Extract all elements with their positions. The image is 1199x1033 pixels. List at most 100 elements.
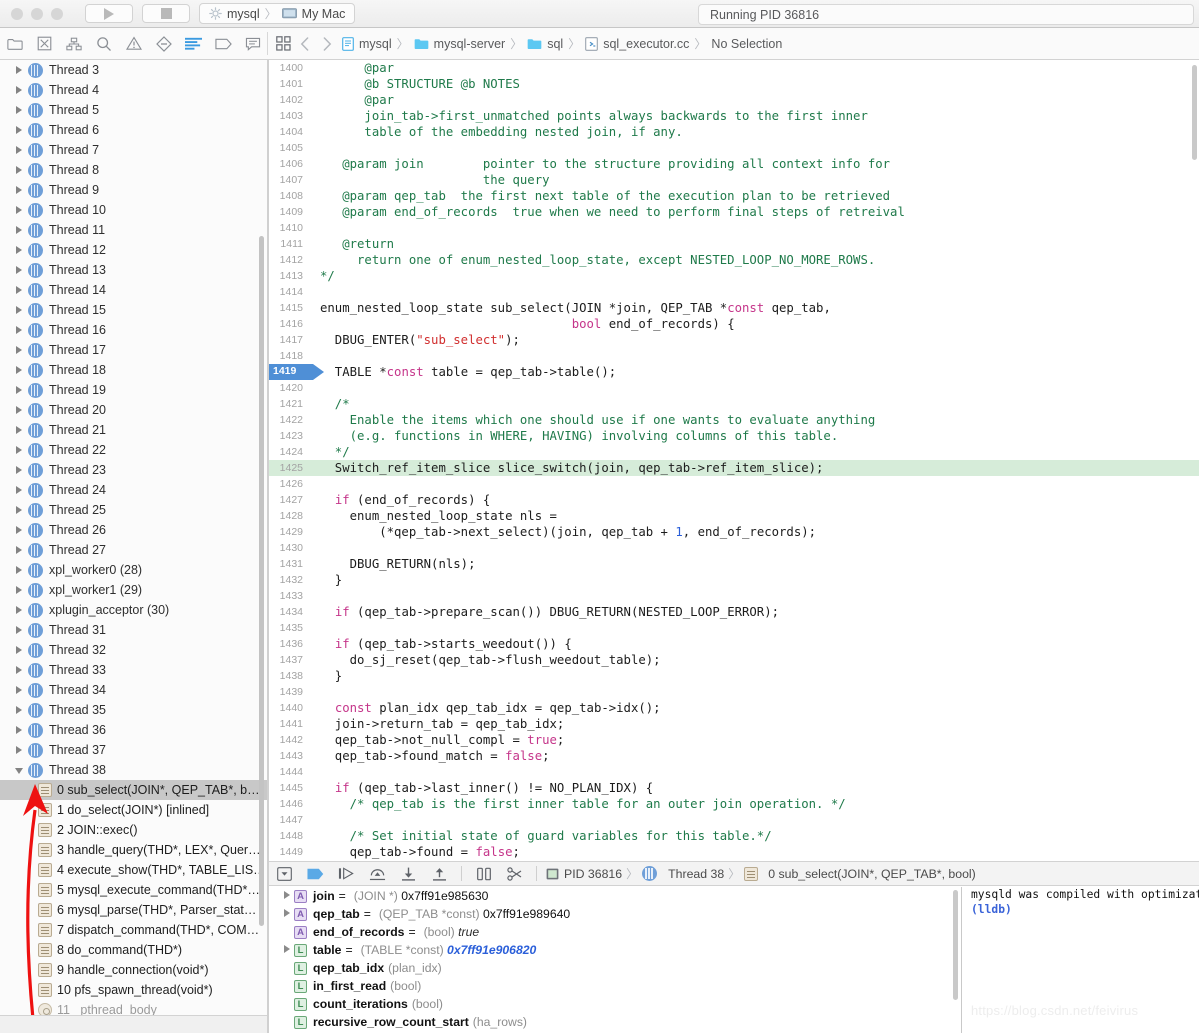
issue-navigator-icon[interactable] [119, 28, 149, 59]
disclosure-triangle-icon[interactable] [282, 890, 294, 902]
code-line[interactable]: 1407 the query [269, 172, 1199, 188]
disclosure-triangle-icon[interactable] [14, 745, 25, 756]
variables-view[interactable]: Ajoin = (JOIN *) 0x7ff91e985630 Aqep_tab = (Q… [269, 887, 961, 1033]
run-button[interactable] [85, 4, 133, 23]
code-line[interactable]: 1400 @par [269, 60, 1199, 76]
minimize-button[interactable] [31, 7, 43, 20]
thread-row[interactable]: Thread 27 [0, 540, 267, 560]
thread-row[interactable]: Thread 7 [0, 140, 267, 160]
code-line[interactable]: 1419 TABLE *const table = qep_tab->table… [269, 364, 1199, 380]
disclosure-triangle-icon[interactable] [14, 405, 25, 416]
stack-frame-row[interactable]: 5 mysql_execute_command(THD*… [0, 880, 267, 900]
debug-crumb-process[interactable]: PID 36816 [543, 867, 625, 881]
code-editor[interactable]: 1400 @par 1401 @b STRUCTURE @b NOTES 1402 … [269, 60, 1199, 860]
disclosure-triangle-icon[interactable] [14, 265, 25, 276]
thread-row[interactable]: Thread 32 [0, 640, 267, 660]
disclosure-triangle-icon[interactable] [282, 908, 294, 920]
search-navigator-icon[interactable] [89, 28, 119, 59]
stack-frame-row[interactable]: 6 mysql_parse(THD*, Parser_stat… [0, 900, 267, 920]
stack-frame-row[interactable]: 10 pfs_spawn_thread(void*) [0, 980, 267, 1000]
thread-row[interactable]: Thread 5 [0, 100, 267, 120]
report-navigator-icon[interactable] [238, 28, 268, 59]
disclosure-triangle-icon[interactable] [14, 305, 25, 316]
sidebar-scrollbar[interactable] [259, 236, 264, 926]
code-line[interactable]: 1406 @param join pointer to the structur… [269, 156, 1199, 172]
code-line[interactable]: 1418 [269, 348, 1199, 364]
thread-list[interactable]: Thread 3 Thread 4 Thread 5 Thread 6 Thread 7… [0, 60, 267, 1018]
deactivate-breakpoints-icon[interactable] [300, 862, 331, 886]
breadcrumb-item-selection[interactable]: No Selection [707, 37, 786, 51]
thread-row[interactable]: Thread 4 [0, 80, 267, 100]
stack-frame-row[interactable]: 4 execute_show(THD*, TABLE_LIS… [0, 860, 267, 880]
variable-row[interactable]: Lrecursive_row_count_start (ha_rows) [269, 1013, 961, 1031]
code-line[interactable]: 1440 const plan_idx qep_tab_idx = qep_ta… [269, 700, 1199, 716]
disclosure-triangle-icon[interactable] [14, 725, 25, 736]
code-line[interactable]: 1423 (e.g. functions in WHERE, HAVING) i… [269, 428, 1199, 444]
breadcrumb-item-project[interactable]: mysql [338, 37, 396, 51]
code-line[interactable]: 1409 @param end_of_records true when we … [269, 204, 1199, 220]
thread-row[interactable]: Thread 3 [0, 60, 267, 80]
variable-row[interactable]: Ajoin = (JOIN *) 0x7ff91e985630 [269, 887, 961, 905]
disclosure-triangle-icon[interactable] [14, 145, 25, 156]
disclosure-triangle-icon[interactable] [14, 505, 25, 516]
thread-row[interactable]: Thread 6 [0, 120, 267, 140]
code-line[interactable]: 1441 join->return_tab = qep_tab_idx; [269, 716, 1199, 732]
variable-row[interactable]: Ltable = (TABLE *const) 0x7ff91e906820 [269, 941, 961, 959]
disclosure-triangle-icon[interactable] [14, 525, 25, 536]
code-line[interactable]: 1422 Enable the items which one should u… [269, 412, 1199, 428]
disclosure-triangle-icon[interactable] [282, 926, 294, 938]
stack-frame-row[interactable]: 7 dispatch_command(THD*, COM… [0, 920, 267, 940]
disclosure-triangle-icon[interactable] [14, 65, 25, 76]
code-line[interactable]: 1404 table of the embedding nested join,… [269, 124, 1199, 140]
disclosure-triangle-icon[interactable] [14, 225, 25, 236]
thread-row[interactable]: Thread 9 [0, 180, 267, 200]
code-line[interactable]: 1436 if (qep_tab->starts_weedout()) { [269, 636, 1199, 652]
code-line[interactable]: 1432 } [269, 572, 1199, 588]
variable-row[interactable]: Lcount_iterations (bool) [269, 995, 961, 1013]
thread-row[interactable]: Thread 8 [0, 160, 267, 180]
thread-row[interactable]: Thread 18 [0, 360, 267, 380]
thread-row[interactable]: Thread 35 [0, 700, 267, 720]
disclosure-triangle-icon[interactable] [14, 325, 25, 336]
breakpoint-navigator-icon[interactable] [208, 28, 238, 59]
thread-row[interactable]: xpl_worker0 (28) [0, 560, 267, 580]
code-line[interactable]: 1448 /* Set initial state of guard varia… [269, 828, 1199, 844]
disclosure-triangle-icon[interactable] [14, 625, 25, 636]
code-line[interactable]: 1410 [269, 220, 1199, 236]
code-line[interactable]: 1438 } [269, 668, 1199, 684]
code-line[interactable]: 1435 [269, 620, 1199, 636]
thread-row[interactable]: Thread 24 [0, 480, 267, 500]
code-line[interactable]: 1426 [269, 476, 1199, 492]
thread-row[interactable]: Thread 25 [0, 500, 267, 520]
forward-button[interactable] [316, 28, 338, 59]
code-line[interactable]: 1430 [269, 540, 1199, 556]
thread-row[interactable]: Thread 19 [0, 380, 267, 400]
disclosure-triangle-icon[interactable] [14, 245, 25, 256]
disclosure-triangle-icon[interactable] [14, 645, 25, 656]
stop-button[interactable] [142, 4, 190, 23]
disclosure-triangle-icon[interactable] [14, 85, 25, 96]
code-line[interactable]: 1411 @return [269, 236, 1199, 252]
debug-crumb-thread[interactable]: Thread 38 [639, 866, 727, 881]
code-line[interactable]: 1416 bool end_of_records) { [269, 316, 1199, 332]
code-line[interactable]: 1403 join_tab->first_unmatched points al… [269, 108, 1199, 124]
test-navigator-icon[interactable] [149, 28, 179, 59]
disclosure-triangle-icon[interactable] [14, 445, 25, 456]
disclosure-triangle-icon[interactable] [282, 1016, 294, 1028]
thread-row[interactable]: Thread 20 [0, 400, 267, 420]
thread-row[interactable]: Thread 34 [0, 680, 267, 700]
code-line[interactable]: 1414 [269, 284, 1199, 300]
code-line[interactable]: 1420 [269, 380, 1199, 396]
disclosure-triangle-icon[interactable] [14, 485, 25, 496]
debug-navigator-icon[interactable] [179, 28, 209, 59]
thread-row[interactable]: Thread 16 [0, 320, 267, 340]
code-line[interactable]: 1437 do_sj_reset(qep_tab->flush_weedout_… [269, 652, 1199, 668]
thread-row[interactable]: Thread 23 [0, 460, 267, 480]
code-line[interactable]: 1401 @b STRUCTURE @b NOTES [269, 76, 1199, 92]
code-line[interactable]: 1421 /* [269, 396, 1199, 412]
stack-frame-row[interactable]: 3 handle_query(THD*, LEX*, Quer… [0, 840, 267, 860]
thread-row[interactable]: xpl_worker1 (29) [0, 580, 267, 600]
disclosure-triangle-icon[interactable] [14, 605, 25, 616]
code-line[interactable]: 1412 return one of enum_nested_loop_stat… [269, 252, 1199, 268]
close-button[interactable] [11, 7, 23, 20]
